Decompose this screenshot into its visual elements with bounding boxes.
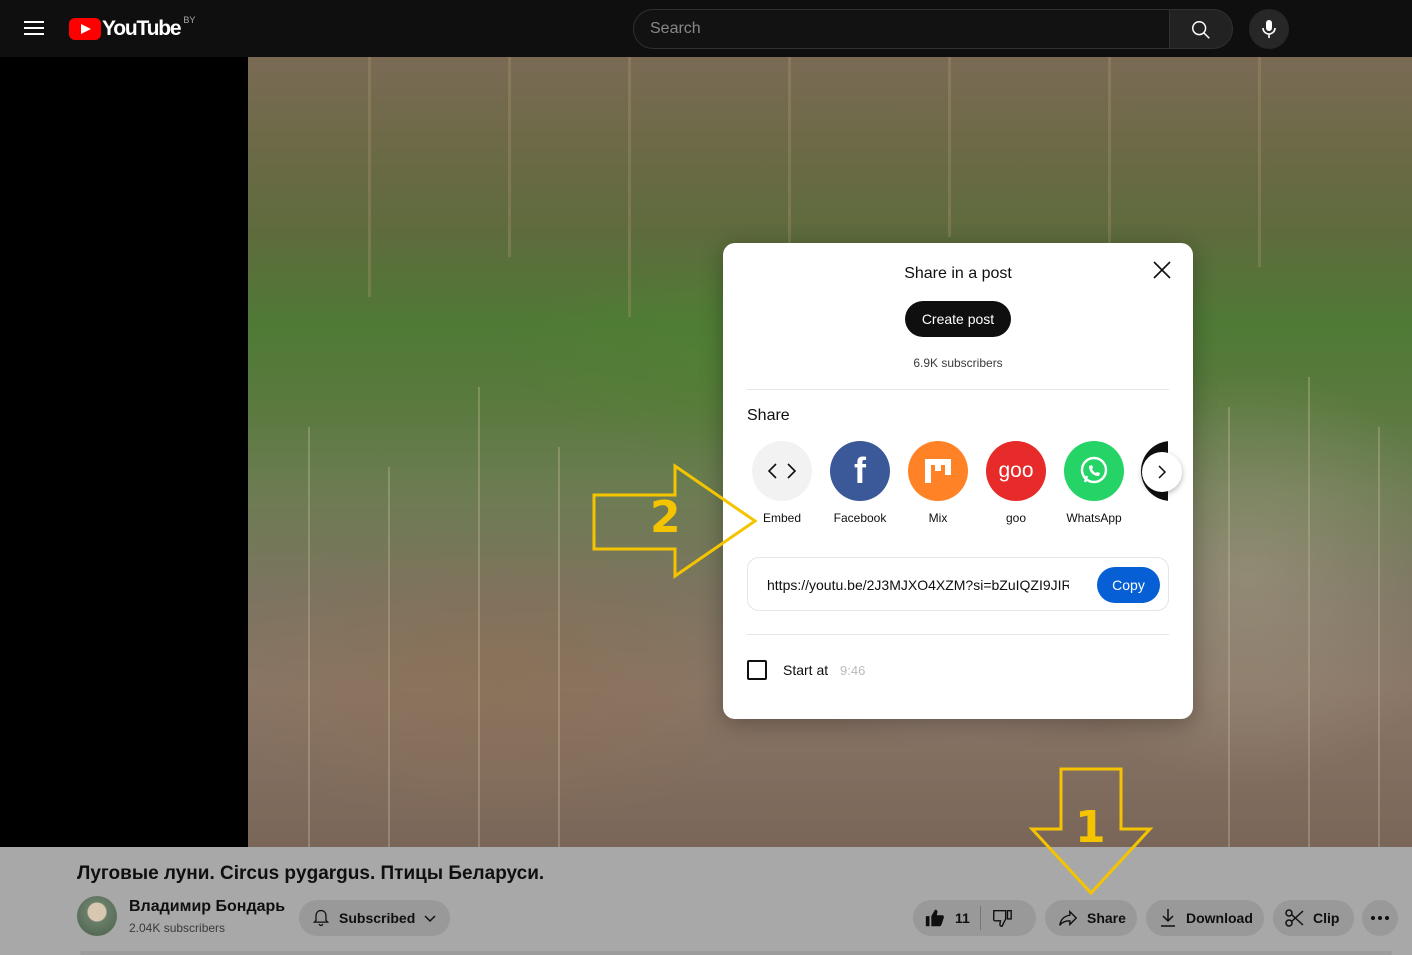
share-target-whatsapp[interactable]: WhatsApp (1058, 441, 1130, 525)
download-button[interactable]: Download (1146, 900, 1264, 936)
menu-icon[interactable] (22, 17, 46, 41)
like-divider (979, 906, 981, 930)
share-url[interactable]: https://youtu.be/2J3MJXO4XZM?si=bZuIQZI9… (767, 577, 1069, 593)
divider (747, 634, 1169, 635)
voice-search-button[interactable] (1249, 9, 1289, 49)
share-target-label: Facebook (833, 511, 887, 525)
post-subscribers: 6.9K subscribers (913, 356, 1003, 370)
share-target-label: Mix (928, 511, 948, 525)
chevron-right-icon (1158, 465, 1167, 479)
dialog-title: Share in a post (904, 265, 1012, 282)
page: YouTube BY Луговые луни. Circus pygargus… (0, 0, 1412, 955)
start-at-checkbox[interactable] (747, 660, 767, 680)
close-icon (1153, 261, 1171, 279)
annotation-label-1: 1 (1075, 802, 1106, 853)
share-url-box: https://youtu.be/2J3MJXO4XZM?si=bZuIQZI9… (747, 557, 1169, 611)
close-button[interactable] (1150, 258, 1174, 282)
start-at-time[interactable]: 9:46 (840, 663, 865, 678)
share-dialog: Share in a post Create post 6.9K subscri… (723, 243, 1193, 719)
annotation-label-2: 2 (650, 492, 681, 543)
search-input[interactable] (634, 10, 1134, 48)
search-box (633, 9, 1171, 49)
channel-avatar[interactable] (77, 896, 117, 936)
video-title: Луговые луни. Circus pygargus. Птицы Бел… (77, 863, 545, 884)
subscribed-button[interactable]: Subscribed (299, 900, 450, 936)
divider (747, 389, 1169, 390)
share-button[interactable]: Share (1045, 900, 1137, 936)
more-actions-button[interactable] (1362, 900, 1398, 936)
scissors-icon (1285, 909, 1304, 927)
country-code: BY (183, 15, 196, 25)
channel-name[interactable]: Владимир Бондарь (129, 898, 285, 916)
like-icon[interactable] (924, 907, 946, 929)
like-dislike-group: 11 (913, 900, 1036, 936)
copy-button[interactable]: Copy (1097, 567, 1160, 603)
download-label: Download (1186, 910, 1253, 926)
share-heading: Share (747, 407, 790, 424)
create-post-button[interactable]: Create post (905, 301, 1011, 337)
share-target-label: WhatsApp (1066, 511, 1122, 525)
mix-icon (908, 441, 968, 501)
share-icon (1059, 909, 1078, 927)
video-info-panel: Луговые луни. Circus pygargus. Птицы Бел… (0, 847, 1412, 955)
goo-icon: goo (986, 441, 1046, 501)
clip-button[interactable]: Clip (1273, 900, 1354, 936)
search-button[interactable] (1169, 9, 1233, 49)
bell-icon (312, 909, 330, 927)
clip-label: Clip (1313, 910, 1340, 926)
logo-word: YouTube (102, 17, 182, 40)
description-box-edge (80, 951, 1392, 955)
masthead: YouTube BY (0, 0, 1412, 57)
share-target-label: goo (1005, 511, 1027, 525)
facebook-icon: f (830, 441, 890, 501)
whatsapp-icon (1064, 441, 1124, 501)
next-targets-button[interactable] (1142, 452, 1182, 492)
youtube-logo[interactable]: YouTube BY (69, 15, 196, 42)
video-letterbox (0, 57, 248, 847)
share-targets: Embed f Facebook Mix goo goo WhatsApp (747, 441, 1168, 531)
share-label: Share (1087, 910, 1126, 926)
dislike-icon[interactable] (991, 907, 1013, 929)
embed-icon (752, 441, 812, 501)
share-target-facebook[interactable]: f Facebook (824, 441, 896, 525)
microphone-icon (1262, 20, 1276, 38)
subscribed-label: Subscribed (339, 910, 416, 926)
more-horizontal-icon (1371, 916, 1389, 920)
start-at-label: Start at (783, 662, 829, 678)
like-count: 11 (955, 910, 970, 926)
share-target-mix[interactable]: Mix (902, 441, 974, 525)
chevron-down-icon (424, 915, 436, 923)
channel-subscribers: 2.04K subscribers (129, 921, 226, 935)
download-icon (1161, 909, 1175, 927)
youtube-play-icon (69, 18, 101, 40)
search-icon (1192, 21, 1210, 39)
share-target-goo[interactable]: goo goo (980, 441, 1052, 525)
